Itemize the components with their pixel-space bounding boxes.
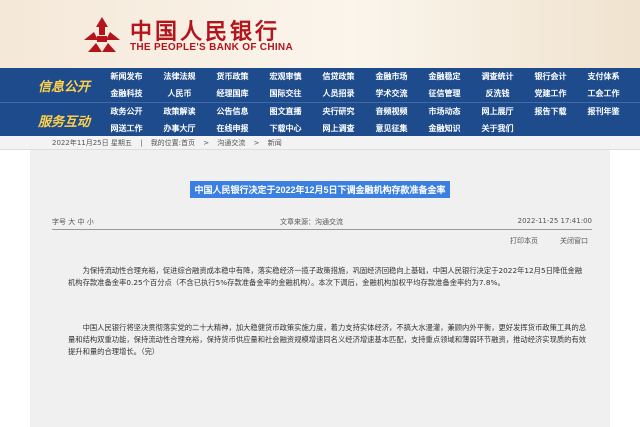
nav-section-label: 信息公开 xyxy=(38,80,91,95)
nav-item[interactable]: 法律法规 xyxy=(153,68,206,85)
nav-item[interactable]: 报刊年鉴 xyxy=(577,103,630,120)
font-size-label: 字号 xyxy=(52,218,66,226)
breadcrumb-home-link[interactable]: 首页 xyxy=(181,139,195,147)
print-page-link[interactable]: 打印本页 xyxy=(510,236,538,246)
nav-item[interactable]: 市场动态 xyxy=(418,103,471,120)
article-title-row: 中国人民银行决定于2022年12月5日下调金融机构存款准备金率 xyxy=(30,178,610,198)
nav-item[interactable]: 反洗钱 xyxy=(471,85,524,102)
nav-item[interactable]: 金融科技 xyxy=(100,85,153,102)
font-size-controls: 字号 大 中 小 xyxy=(52,217,94,227)
article-title: 中国人民银行决定于2022年12月5日下调金融机构存款准备金率 xyxy=(190,181,450,198)
nav-item[interactable]: 图文直播 xyxy=(259,103,312,120)
nav-item[interactable]: 在线申报 xyxy=(206,120,259,137)
nav-item[interactable]: 下载中心 xyxy=(259,120,312,137)
nav-item[interactable]: 宏观审慎 xyxy=(259,68,312,85)
nav-item[interactable]: 支付体系 xyxy=(577,68,630,85)
article-paragraph: 中国人民银行将坚决贯彻落实党的二十大精神，加大稳健货币政策实施力度，着力支持实体… xyxy=(68,323,587,356)
nav-item[interactable]: 调查统计 xyxy=(471,68,524,85)
nav-item[interactable]: 关于我们 xyxy=(471,120,524,137)
breadcrumb-comm-link[interactable]: 沟通交流 xyxy=(217,139,245,147)
nav-section: 服务互动 政务公开 政策解读 公告信息 图文直播 央行研究 音频视频 市场动态 网上展厅 报告下载… xyxy=(0,102,640,136)
nav-item[interactable]: 党建工作 xyxy=(524,85,577,102)
nav-item[interactable]: 工会工作 xyxy=(577,85,630,102)
nav-item xyxy=(524,120,577,137)
site-header: 中国人民银行 THE PEOPLE'S BANK OF CHINA xyxy=(0,0,640,68)
breadcrumb: 2022年11月25日 星期五 | 我的位置:首页 > 沟通交流 > 新闻 xyxy=(0,136,640,150)
nav-item[interactable]: 征信管理 xyxy=(418,85,471,102)
nav-item[interactable]: 政策解读 xyxy=(153,103,206,120)
nav-item[interactable]: 学术交流 xyxy=(365,85,418,102)
nav-item[interactable]: 金融市场 xyxy=(365,68,418,85)
nav-item[interactable]: 金融知识 xyxy=(418,120,471,137)
article-datetime: 2022-11-25 17:41:00 xyxy=(517,217,592,225)
nav-item[interactable]: 新闻发布 xyxy=(100,68,153,85)
nav-item[interactable]: 办事大厅 xyxy=(153,120,206,137)
font-size-medium[interactable]: 中 xyxy=(77,218,84,226)
current-date: 2022年11月25日 星期五 xyxy=(52,139,132,147)
nav-item[interactable]: 网送工作 xyxy=(100,120,153,137)
site-title-en: THE PEOPLE'S BANK OF CHINA xyxy=(130,42,293,53)
nav-item[interactable]: 央行研究 xyxy=(312,103,365,120)
close-window-link[interactable]: 关闭窗口 xyxy=(560,236,588,246)
nav-row: 政务公开 政策解读 公告信息 图文直播 央行研究 音频视频 市场动态 网上展厅 报告下载 报刊年鉴 xyxy=(100,103,630,120)
nav-item[interactable]: 网上展厅 xyxy=(471,103,524,120)
nav-item[interactable]: 政务公开 xyxy=(100,103,153,120)
breadcrumb-prefix: 我的位置: xyxy=(150,139,182,147)
nav-item[interactable]: 网上调查 xyxy=(312,120,365,137)
nav-section-label: 服务互动 xyxy=(38,115,91,130)
font-size-large[interactable]: 大 xyxy=(68,218,75,226)
nav-item[interactable]: 货币政策 xyxy=(206,68,259,85)
article-panel: 中国人民银行决定于2022年12月5日下调金融机构存款准备金率 字号 大 中 小… xyxy=(30,150,610,427)
nav-row: 新闻发布 法律法规 货币政策 宏观审慎 信贷政策 金融市场 金融稳定 调查统计 银行会计 支付体系 xyxy=(100,68,630,85)
nav-row: 金融科技 人民币 经理国库 国际交往 人员招录 学术交流 征信管理 反洗钱 党建工作 工会工作 xyxy=(100,85,630,102)
separator-bar: | xyxy=(140,139,143,147)
nav-item[interactable]: 信贷政策 xyxy=(312,68,365,85)
nav-item[interactable]: 意见征集 xyxy=(365,120,418,137)
nav-item[interactable]: 人员招录 xyxy=(312,85,365,102)
article-source: 文章来源：沟通交流 xyxy=(280,218,343,226)
nav-row: 网送工作 办事大厅 在线申报 下载中心 网上调查 意见征集 金融知识 关于我们 xyxy=(100,120,630,137)
breadcrumb-separator: > xyxy=(203,139,210,147)
article-paragraph: 为保持流动性合理充裕，促进综合融资成本稳中有降，落实稳经济一揽子政策措施，巩固经… xyxy=(68,266,583,287)
nav-item[interactable]: 银行会计 xyxy=(524,68,577,85)
pboc-emblem-icon[interactable] xyxy=(82,16,122,54)
nav-item[interactable]: 国际交往 xyxy=(259,85,312,102)
nav-section: 信息公开 新闻发布 法律法规 货币政策 宏观审慎 信贷政策 金融市场 金融稳定 调查统计 银行会计… xyxy=(0,68,640,102)
main-navigation: 信息公开 新闻发布 法律法规 货币政策 宏观审慎 信贷政策 金融市场 金融稳定 调查统计 银行会计… xyxy=(0,68,640,136)
divider xyxy=(52,229,592,230)
nav-item[interactable]: 报告下载 xyxy=(524,103,577,120)
page: 中国人民银行 THE PEOPLE'S BANK OF CHINA 信息公开 新闻… xyxy=(0,0,640,427)
nav-item[interactable]: 金融稳定 xyxy=(418,68,471,85)
nav-item[interactable]: 音频视频 xyxy=(365,103,418,120)
nav-item[interactable]: 经理国库 xyxy=(206,85,259,102)
breadcrumb-separator: > xyxy=(253,139,260,147)
nav-item[interactable]: 人民币 xyxy=(153,85,206,102)
font-size-small[interactable]: 小 xyxy=(87,218,94,226)
nav-item[interactable]: 公告信息 xyxy=(206,103,259,120)
nav-item xyxy=(577,120,630,137)
breadcrumb-news-link[interactable]: 新闻 xyxy=(268,139,282,147)
